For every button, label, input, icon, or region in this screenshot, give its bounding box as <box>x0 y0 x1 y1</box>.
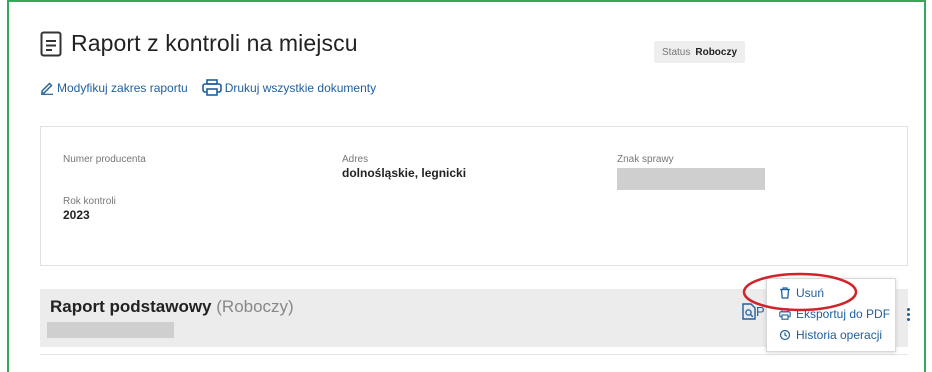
report-status: (Roboczy) <box>216 297 294 316</box>
preview-label: P <box>756 304 765 319</box>
report-details-card: Numer producenta Adres dolnośląskie, leg… <box>40 126 908 266</box>
menu-item-export-pdf-label: Eksportuj do PDF <box>796 307 891 321</box>
producer-number-field: Numer producenta <box>63 154 146 165</box>
printer-icon <box>201 79 222 96</box>
status-badge: Status Roboczy <box>654 41 746 63</box>
section-divider <box>40 354 908 355</box>
frame-border-top <box>7 0 926 2</box>
trash-icon <box>780 287 790 299</box>
producer-number-label: Numer producenta <box>63 154 146 165</box>
address-value: dolnośląskie, legnicki <box>342 166 467 180</box>
printer-icon <box>779 308 791 320</box>
document-icon <box>40 31 62 56</box>
report-actions-menu: Usuń Eksportuj do PDF Historia operacji <box>766 278 896 352</box>
print-all-link[interactable]: Drukuj wszystkie dokumenty <box>201 79 377 96</box>
case-number-redacted <box>617 168 765 190</box>
case-number-label: Znak sprawy <box>617 154 674 165</box>
address-field: Adres dolnośląskie, legnicki <box>342 154 466 180</box>
report-title: Raport podstawowy (Roboczy) <box>50 297 294 317</box>
menu-item-delete[interactable]: Usuń <box>779 286 824 300</box>
inspection-year-label: Rok kontroli <box>63 196 116 207</box>
modify-scope-label: Modyfikuj zakres raportu <box>57 80 188 95</box>
status-value: Roboczy <box>695 46 738 58</box>
report-name: Raport podstawowy <box>50 297 212 316</box>
menu-item-history-label: Historia operacji <box>796 328 883 342</box>
report-subtitle-redacted <box>47 322 174 338</box>
preview-button[interactable]: P <box>742 303 765 320</box>
pencil-icon <box>41 82 53 95</box>
menu-item-export-pdf[interactable]: Eksportuj do PDF <box>779 307 890 321</box>
inspection-year-field: Rok kontroli 2023 <box>63 196 116 222</box>
inspection-year-value: 2023 <box>63 208 90 222</box>
more-options-button[interactable] <box>902 308 914 326</box>
frame-border-left <box>7 0 9 372</box>
page-header: Raport z kontroli na miejscu <box>40 30 358 57</box>
print-all-label: Drukuj wszystkie dokumenty <box>224 80 377 95</box>
address-label: Adres <box>342 154 369 165</box>
document-search-icon <box>742 303 756 320</box>
frame-border-right <box>924 0 926 372</box>
page-title: Raport z kontroli na miejscu <box>71 30 358 56</box>
history-icon <box>779 329 791 341</box>
status-label: Status <box>662 46 691 58</box>
modify-scope-link[interactable]: Modyfikuj zakres raportu <box>40 81 188 95</box>
case-number-field: Znak sprawy <box>617 154 765 190</box>
page-actions: Modyfikuj zakres raportu Drukuj wszystki… <box>40 79 376 96</box>
menu-item-delete-label: Usuń <box>796 286 825 300</box>
menu-item-history[interactable]: Historia operacji <box>779 328 882 342</box>
